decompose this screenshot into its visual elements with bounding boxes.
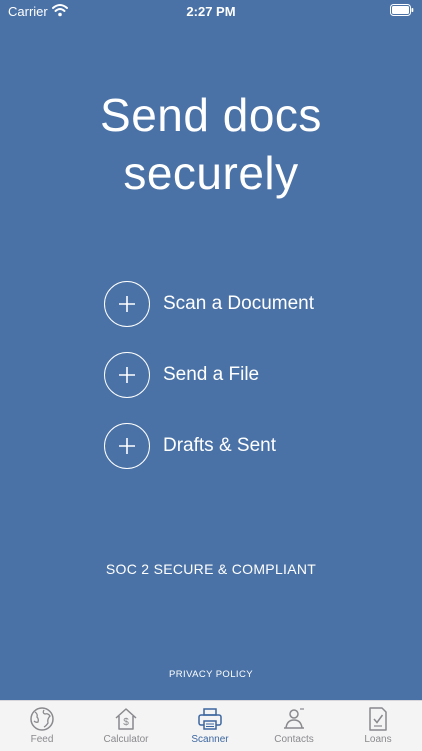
send-file-button[interactable]: Send a File bbox=[104, 352, 364, 400]
tab-feed-label: Feed bbox=[30, 734, 54, 745]
status-bar: Carrier 2:27 PM bbox=[0, 0, 422, 22]
headline-line-1: Send docs bbox=[100, 89, 322, 141]
plus-icon bbox=[104, 281, 150, 327]
globe-icon bbox=[30, 707, 54, 731]
tab-loans[interactable]: Loans bbox=[336, 701, 420, 751]
contacts-icon bbox=[284, 708, 304, 729]
headline-line-2: securely bbox=[123, 147, 299, 199]
scan-document-label: Scan a Document bbox=[163, 293, 315, 314]
svg-text:$: $ bbox=[123, 717, 129, 728]
privacy-policy-link[interactable]: PRIVACY POLICY bbox=[0, 669, 422, 680]
tab-scanner-label: Scanner bbox=[191, 734, 229, 745]
document-check-icon bbox=[369, 707, 387, 731]
tab-contacts[interactable]: Contacts bbox=[252, 701, 336, 751]
send-file-label: Send a File bbox=[163, 364, 260, 385]
page-headline: Send docs securely bbox=[0, 86, 422, 202]
house-dollar-icon: $ bbox=[115, 708, 137, 730]
printer-icon bbox=[198, 708, 222, 730]
compliance-text: SOC 2 SECURE & COMPLIANT bbox=[105, 561, 317, 577]
drafts-sent-button[interactable]: Drafts & Sent bbox=[104, 423, 364, 471]
plus-icon bbox=[104, 352, 150, 398]
tab-calculator-label: Calculator bbox=[103, 734, 149, 745]
tab-calculator[interactable]: $ Calculator bbox=[84, 701, 168, 751]
battery-icon bbox=[390, 4, 414, 16]
scanner-screen: Carrier 2:27 PM Send docs securely Scan … bbox=[0, 0, 422, 751]
drafts-sent-label: Drafts & Sent bbox=[163, 435, 276, 456]
plus-icon bbox=[104, 423, 150, 469]
tab-contacts-label: Contacts bbox=[274, 734, 314, 745]
tab-feed[interactable]: Feed bbox=[0, 701, 84, 751]
tab-loans-label: Loans bbox=[364, 734, 392, 745]
scan-document-button[interactable]: Scan a Document bbox=[104, 281, 364, 329]
tab-bar: Feed $ Calculator Scanner Contacts Loans bbox=[0, 700, 422, 751]
tab-scanner[interactable]: Scanner bbox=[168, 701, 252, 751]
status-time: 2:27 PM bbox=[186, 4, 236, 19]
